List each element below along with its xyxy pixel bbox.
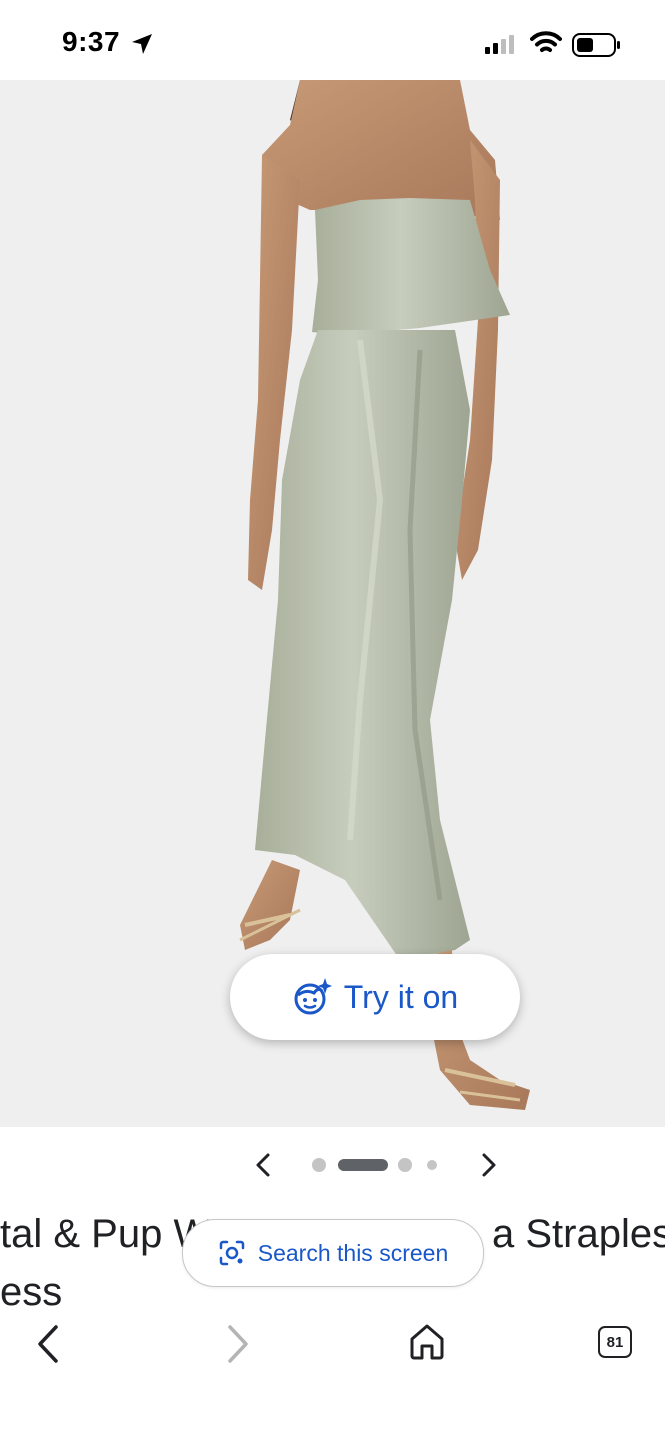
cellular-signal-icon [485,35,514,54]
carousel-dot-active[interactable] [338,1159,388,1171]
image-carousel-controls [0,1140,665,1190]
home-icon[interactable] [408,1322,446,1362]
try-it-on-button[interactable]: Try it on [230,954,520,1040]
try-it-on-label: Try it on [343,978,459,1015]
carousel-dot[interactable] [312,1158,326,1172]
carousel-dot[interactable] [398,1158,412,1172]
product-title-right: a Straples [492,1212,665,1256]
lens-search-icon [219,1240,244,1266]
forward-arrow-icon[interactable] [222,1322,252,1366]
back-arrow-icon[interactable] [34,1322,64,1366]
carousel-next-chevron-icon[interactable] [476,1152,500,1178]
status-bar: 9:37 [0,0,665,80]
location-arrow-icon [132,34,152,54]
browser-bottom-bar: 81 [0,1310,665,1380]
search-this-screen-label: Search this screen [257,1239,449,1266]
wifi-icon [530,31,562,52]
product-title-left: tal & Pup W [0,1212,212,1256]
tabs-count-button[interactable]: 81 [598,1326,632,1358]
status-time: 9:37 [62,26,121,57]
search-this-screen-button[interactable]: Search this screen [182,1219,484,1287]
try-on-face-sparkle-icon [294,978,332,1015]
battery-icon [572,33,620,57]
carousel-dot[interactable] [427,1160,437,1170]
carousel-prev-chevron-icon[interactable] [252,1152,276,1178]
